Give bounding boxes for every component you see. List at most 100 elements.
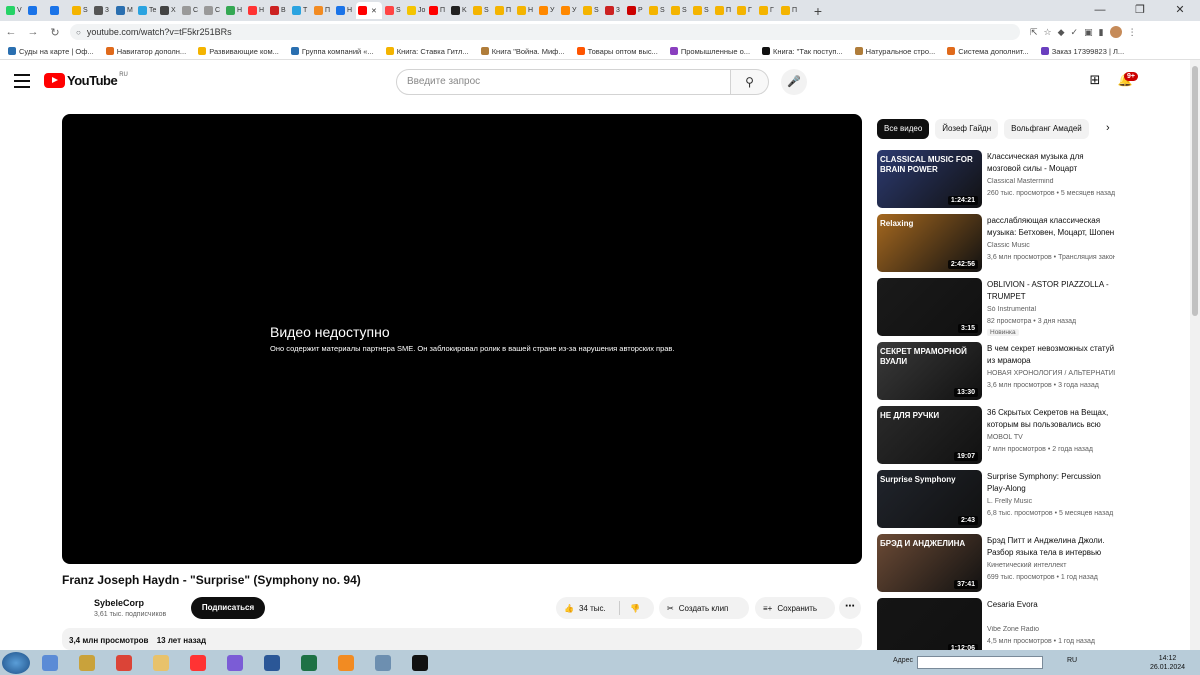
recommendation-item[interactable]: НЕ ДЛЯ РУЧКИ 19:07 36 Скрытых Секретов на … (877, 406, 1117, 464)
browser-tab[interactable]: C (180, 2, 201, 19)
recommendation-item[interactable]: 3:15 OBLIVION - ASTOR PIAZZOLLA - TRUMPET… (877, 278, 1117, 336)
channel-name[interactable]: L. Frelly Music (987, 498, 1115, 505)
browser-tab[interactable]: S (471, 2, 492, 19)
chevron-right-icon[interactable]: › (1106, 122, 1110, 134)
browser-tab[interactable]: П (779, 2, 800, 19)
browser-tab[interactable]: H (246, 2, 267, 19)
bookmark-item[interactable]: Товары оптом выс... (576, 47, 658, 56)
browser-tab[interactable]: H (515, 2, 536, 19)
back-icon[interactable]: ← (0, 26, 22, 38)
browser-tab[interactable]: S (383, 2, 404, 19)
video-player[interactable]: Видео недоступно Оно содержит материалы … (62, 114, 862, 564)
maximize-icon[interactable]: ❐ (1120, 0, 1160, 21)
browser-tab[interactable]: X (158, 2, 179, 19)
channel-name[interactable]: Кинетический интеллект (987, 562, 1115, 569)
video-thumbnail[interactable]: Surprise Symphony 2:43 (877, 470, 982, 528)
create-clip-button[interactable]: ✂ Создать клип (659, 597, 749, 619)
browser-tab[interactable] (26, 2, 47, 19)
browser-tab[interactable]: V (4, 2, 25, 19)
recommendation-item[interactable]: CLASSICAL MUSIC FOR BRAIN POWER 1:24:21 Кл… (877, 150, 1117, 208)
video-title[interactable]: Cesaria Evora (987, 599, 1115, 611)
browser-tab[interactable]: П (493, 2, 514, 19)
video-thumbnail[interactable]: 1:12:06 (877, 598, 982, 656)
bookmark-item[interactable]: Заказ 17399823 | Л... (1040, 47, 1124, 56)
bookmark-item[interactable]: Группа компаний «... (290, 47, 374, 56)
bookmark-item[interactable]: Книга: Ставка Гитл... (385, 47, 469, 56)
share-icon[interactable]: ⇱ (1030, 27, 1038, 38)
browser-tab[interactable]: S (581, 2, 602, 19)
forward-icon[interactable]: → (22, 26, 44, 38)
browser-tab[interactable]: C (202, 2, 223, 19)
bookmark-item[interactable]: Книга "Война. Миф... (480, 47, 565, 56)
url-field[interactable]: ○ youtube.com/watch?v=tF5kr251BRs (70, 24, 1020, 40)
bookmark-item[interactable]: Навигатор дополн... (105, 47, 186, 56)
browser-tab[interactable]: П (427, 2, 448, 19)
channel-name[interactable]: SybeleCorp (94, 598, 144, 608)
taskbar-app-icon[interactable] (32, 651, 67, 674)
recommendation-item[interactable]: СЕКРЕТ МРАМОРНОЙ ВУАЛИ 13:30 В чем секрет … (877, 342, 1117, 400)
video-title[interactable]: расслабляющая классическая музыка: Бетхо… (987, 215, 1115, 239)
subscribe-button[interactable]: Подписаться (191, 597, 265, 619)
recommendation-item[interactable]: БРЭД И АНДЖЕЛИНА 37:41 Брэд Питт и Анджели… (877, 534, 1117, 592)
filter-chip[interactable]: Все видео (877, 119, 930, 139)
video-thumbnail[interactable]: НЕ ДЛЯ РУЧКИ 19:07 (877, 406, 982, 464)
search-icon[interactable]: ⚲ (731, 69, 769, 95)
browser-tab[interactable]: H (334, 2, 355, 19)
browser-tab[interactable]: T (290, 2, 311, 19)
video-title[interactable]: OBLIVION - ASTOR PIAZZOLLA - TRUMPET (987, 279, 1115, 303)
taskbar-app-icon[interactable] (143, 651, 178, 674)
taskbar-app-icon[interactable] (180, 651, 215, 674)
puzzle-icon[interactable]: ▣ (1084, 27, 1093, 38)
site-info-icon[interactable]: ○ (76, 28, 81, 37)
browser-tab[interactable]: Te (136, 2, 157, 19)
channel-avatar[interactable] (64, 597, 86, 619)
browser-tab[interactable]: S (691, 2, 712, 19)
thumbs-down-icon[interactable]: 👎 (620, 604, 640, 613)
video-title[interactable]: 36 Скрытых Секретов на Вещах, которым вы… (987, 407, 1115, 431)
search-input[interactable]: Введите запрос (396, 69, 731, 95)
video-title[interactable]: Классическая музыка для мозговой силы - … (987, 151, 1115, 175)
browser-tab[interactable]: K (449, 2, 470, 19)
taskbar-app-icon[interactable] (402, 651, 437, 674)
browser-tab[interactable]: П (713, 2, 734, 19)
browser-tab[interactable]: 3 (92, 2, 113, 19)
filter-chip[interactable]: Вольфганг Амадей (1004, 119, 1089, 139)
browser-tab[interactable]: P (625, 2, 646, 19)
hamburger-menu-icon[interactable] (14, 74, 30, 88)
save-button[interactable]: ≡+ Сохранить (755, 597, 835, 619)
language-indicator[interactable]: RU (1067, 657, 1077, 664)
bookmark-item[interactable]: Книга: "Так поступ... (762, 47, 843, 56)
browser-tab[interactable]: S (70, 2, 91, 19)
browser-tab[interactable]: M (114, 2, 135, 19)
channel-name[interactable]: Classical Mastermind (987, 178, 1115, 185)
channel-name[interactable]: Só Instrumental (987, 306, 1115, 313)
taskbar-app-icon[interactable] (328, 651, 363, 674)
browser-tab[interactable]: 3 (603, 2, 624, 19)
video-thumbnail[interactable]: Relaxing 2:42:56 (877, 214, 982, 272)
microphone-icon[interactable]: 🎤 (781, 69, 807, 95)
video-title[interactable]: Брэд Питт и Анджелина Джоли. Разбор язык… (987, 535, 1115, 559)
browser-tab[interactable]: H (224, 2, 245, 19)
start-button[interactable] (2, 651, 30, 674)
taskbar-app-icon[interactable] (365, 651, 400, 674)
video-thumbnail[interactable]: 3:15 (877, 278, 982, 336)
video-thumbnail[interactable]: CLASSICAL MUSIC FOR BRAIN POWER 1:24:21 (877, 150, 982, 208)
bookmark-item[interactable]: Натуральное стро... (854, 47, 935, 56)
browser-tab[interactable] (48, 2, 69, 19)
browser-menu-icon[interactable]: ⋮ (1128, 27, 1137, 38)
more-actions-icon[interactable]: ⋯ (839, 597, 861, 619)
taskbar-app-icon[interactable] (69, 651, 104, 674)
taskbar-app-icon[interactable] (217, 651, 252, 674)
filter-chip[interactable]: Йозеф Гайдн (935, 119, 999, 139)
bookmark-item[interactable]: Промышленные о... (669, 47, 750, 56)
taskbar-app-icon[interactable] (254, 651, 289, 674)
star-icon[interactable]: ☆ (1044, 27, 1052, 38)
scrollbar-thumb[interactable] (1192, 66, 1198, 316)
taskbar-app-icon[interactable] (291, 651, 326, 674)
browser-tab-active[interactable]: ✕ (356, 2, 382, 19)
browser-tab[interactable]: П (312, 2, 333, 19)
close-window-icon[interactable]: ✕ (1160, 0, 1200, 21)
bookmark-item[interactable]: Система дополнит... (947, 47, 1029, 56)
recommendation-item[interactable]: Relaxing 2:42:56 расслабляющая классическа… (877, 214, 1117, 272)
checkmark-icon[interactable]: ✓ (1071, 27, 1079, 38)
